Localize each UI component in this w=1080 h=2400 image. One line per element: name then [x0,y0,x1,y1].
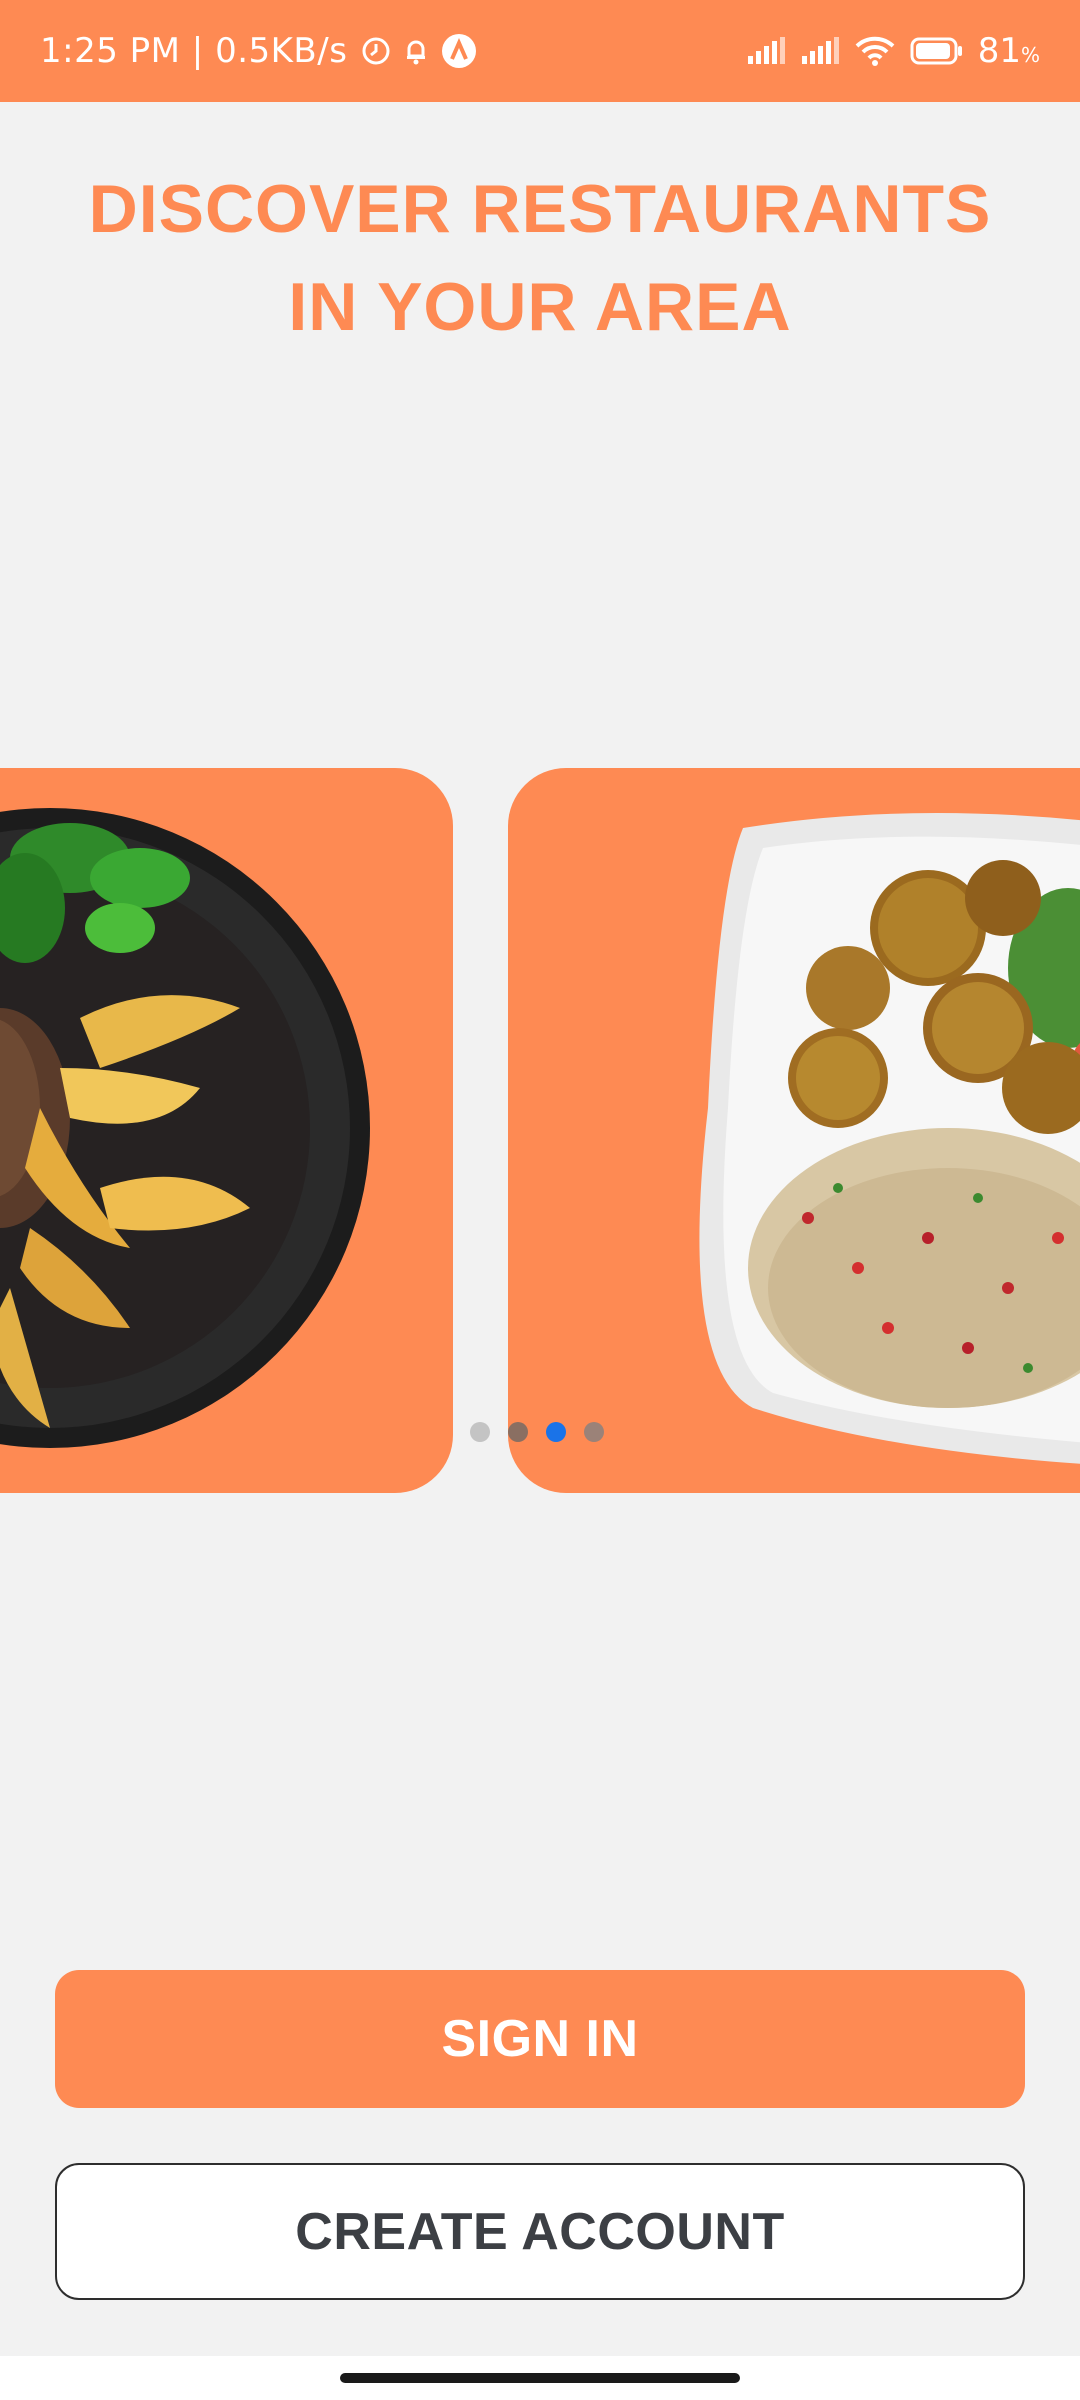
food-image-steak-potatoes [0,808,370,1448]
bell-icon [407,40,426,65]
carousel-card-falafel-quinoa[interactable] [508,768,1080,1493]
food-carousel[interactable] [0,768,1080,1493]
status-icons-left [361,33,477,69]
signal-icon [801,37,839,64]
status-bar: 1:25 PM | 0.5KB/s 81% [0,0,1080,102]
page-title-line-2: IN YOUR AREA [288,269,792,345]
page-title-line-1: DISCOVER RESTAURANTS [88,171,992,247]
pager-dot-1[interactable] [470,1422,490,1442]
food-image-falafel-quinoa [699,813,1080,1464]
pager-dot-2[interactable] [508,1422,528,1442]
clock-icon [362,37,390,65]
pager-dot-3-active[interactable] [546,1422,566,1442]
battery-level: 81% [977,31,1040,71]
app-a-icon [442,34,477,68]
signal-icon [747,37,785,64]
status-right: 81% [746,0,1040,102]
battery-icon [910,37,962,65]
create-account-button[interactable]: CREATE ACCOUNT [55,2163,1025,2300]
status-left: 1:25 PM | 0.5KB/s [40,0,477,102]
wifi-icon [855,36,895,66]
page-title: DISCOVER RESTAURANTS IN YOUR AREA [0,160,1080,356]
carousel-card-steak-potatoes[interactable] [0,768,453,1493]
gesture-handle[interactable] [340,2373,740,2383]
carousel-pager[interactable] [470,1422,604,1442]
pager-dot-4[interactable] [584,1422,604,1442]
status-time: 1:25 PM | 0.5KB/s [40,31,348,71]
sign-in-button[interactable]: SIGN IN [55,1970,1025,2108]
